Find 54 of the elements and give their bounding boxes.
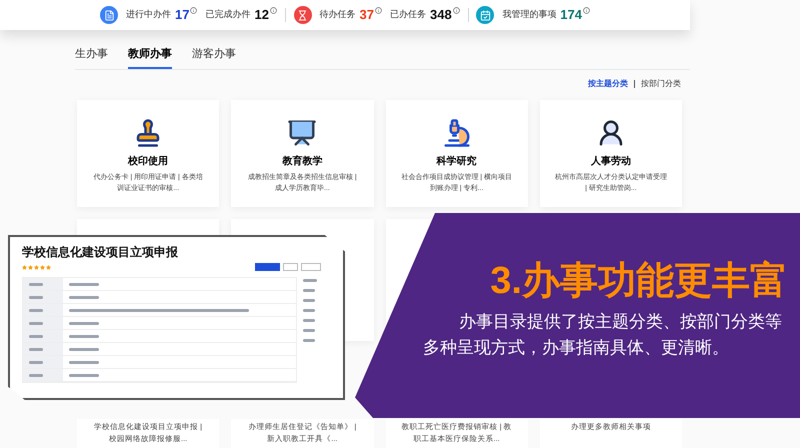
text-line-placeholder (69, 282, 99, 286)
text-line-placeholder (29, 348, 43, 350)
document-icon (100, 6, 118, 24)
text-line-placeholder (303, 289, 315, 292)
text-line-placeholder (303, 279, 317, 282)
stat-value: 348 (430, 6, 452, 24)
category-link[interactable]: 按部门分类 (641, 78, 681, 90)
card-title: 人事劳动 (590, 154, 631, 168)
text-line-placeholder (29, 322, 43, 324)
text-line-placeholder (29, 296, 43, 298)
stat-value: 37 (360, 6, 374, 24)
tab[interactable]: 游客办事 (192, 46, 236, 68)
text-line-placeholder (69, 334, 99, 338)
hourglass-icon (294, 6, 312, 24)
text-line-placeholder (29, 334, 43, 338)
text-line-placeholder (69, 296, 99, 298)
tab[interactable]: 教师办事 (128, 46, 172, 68)
card-title: 校印使用 (128, 154, 168, 168)
stat-label: 待办任务 (320, 8, 356, 22)
tab[interactable]: 生办事 (75, 46, 108, 68)
stat-label: 已完成办件 (205, 8, 250, 22)
card-title: 教育教学 (282, 154, 322, 168)
stat-value: 12 (254, 6, 269, 24)
microscope-icon (442, 118, 472, 148)
text-line-placeholder (303, 339, 315, 342)
info-icon[interactable] (270, 6, 277, 14)
text-line-placeholder (69, 374, 99, 376)
card-title: 科学研究 (436, 154, 477, 168)
presentation-icon (287, 118, 318, 148)
promo-title: 3.办事功能更丰富 (489, 259, 788, 303)
info-icon[interactable] (452, 6, 460, 14)
text-line-placeholder (303, 309, 315, 312)
info-icon[interactable] (375, 6, 382, 14)
text-line-placeholder (303, 299, 315, 302)
promo-text: 办事目录提供了按主题分类、按部门分类等多种呈现方式，办事指南具体、更清晰。 (423, 311, 783, 359)
info-icon[interactable] (583, 6, 590, 14)
stat-label: 我管理的事项 (502, 8, 556, 22)
text-line-placeholder (29, 282, 43, 286)
text-line-placeholder (29, 308, 43, 312)
stat-value: 17 (175, 6, 190, 24)
stat-label: 已办任务 (390, 8, 426, 22)
info-icon[interactable] (190, 6, 198, 14)
stat-value: 174 (560, 6, 582, 24)
calendar-icon (476, 6, 494, 24)
category-link[interactable]: 按主题分类 (588, 78, 628, 90)
text-line-placeholder (69, 322, 99, 324)
text-line-placeholder (29, 374, 43, 376)
text-line-placeholder (29, 360, 43, 364)
text-line-placeholder (69, 348, 99, 350)
stat-label: 进行中办件 (126, 8, 171, 22)
text-line-placeholder (69, 360, 99, 364)
text-line-placeholder (303, 329, 315, 332)
window-title: 学校信息化建设项目立项申报 (22, 244, 179, 261)
text-line-placeholder (303, 319, 315, 322)
